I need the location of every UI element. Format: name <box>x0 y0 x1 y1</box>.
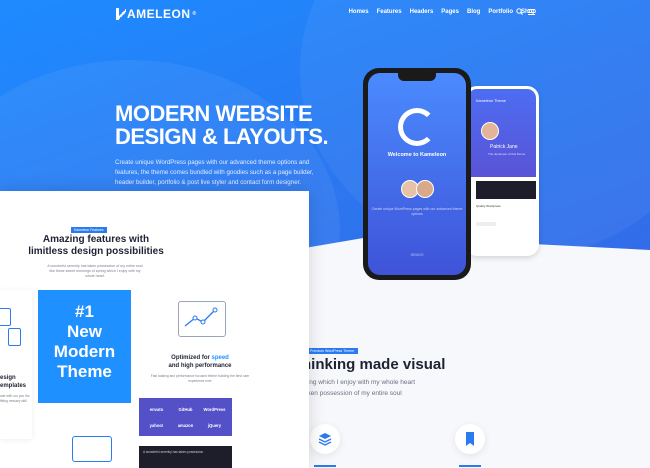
phone-text: Quality Wordpress <box>476 204 501 208</box>
menu-item-blog[interactable]: Blog <box>467 9 480 15</box>
panel-badge: Kameleon Features <box>71 227 107 233</box>
speed-title-text: and high performance <box>168 363 232 369</box>
hero-description: Create unique WordPress pages with our a… <box>115 159 314 186</box>
card-line: Theme <box>57 362 112 381</box>
headline-line-2: DESIGN & LAYOUTS. <box>115 124 329 149</box>
section-text-line: pring which I enjoy with my whole heart <box>302 379 416 386</box>
menu-item-pages[interactable]: Pages <box>441 9 459 15</box>
partner-logos: envato GitHub WordPress yahoo! amazon jQ… <box>139 398 232 436</box>
envato-logo: envato <box>149 406 164 412</box>
phone-badge <box>476 222 496 226</box>
menu-item-portfolio[interactable]: Portfolio <box>488 9 513 15</box>
card-title-line: emplates <box>0 383 27 389</box>
design-templates-card: esign emplates ade with our you the fitt… <box>0 290 32 439</box>
speed-title: Optimized for speed and high performance <box>140 354 260 370</box>
phone-title: Kameleon Theme <box>476 99 506 103</box>
chart-board-icon <box>178 301 226 337</box>
speed-title-text: Optimized for <box>171 355 212 361</box>
section-badge: Premium WordPress Theme <box>306 348 359 354</box>
site-logo[interactable]: AMELEON ® <box>116 7 197 21</box>
profile-subtitle: The developer of this theme <box>488 152 526 156</box>
top-navigation: AMELEON ® Homes Features Headers Pages B… <box>0 0 650 28</box>
phone-button[interactable]: DEMOS <box>368 253 466 257</box>
phone-screen: Welcome to Kameleon Create unique WordPr… <box>368 73 466 275</box>
avatar-group <box>401 180 434 198</box>
basket-icon <box>72 436 112 462</box>
hamburger-menu-icon[interactable] <box>528 9 535 15</box>
bookmark-icon-button[interactable] <box>455 424 485 454</box>
jquery-logo: jQuery <box>207 422 222 428</box>
chameleon-logo-icon <box>398 108 436 146</box>
yahoo-logo: yahoo! <box>149 422 164 428</box>
phone-mockup-back: Kameleon Theme Patrick Jane The develope… <box>465 86 539 256</box>
logo-trademark: ® <box>192 11 197 17</box>
phone-mockup-front: Welcome to Kameleon Create unique WordPr… <box>363 68 471 280</box>
card-text: ade with our you the fitting nessary ski… <box>0 394 30 403</box>
avatar <box>481 122 499 140</box>
menu-item-headers[interactable]: Headers <box>410 9 434 15</box>
card-line: Modern <box>53 342 116 361</box>
layers-icon <box>318 433 332 446</box>
accent-line <box>314 465 336 467</box>
panel-subtitle: A wonderful serenity has taken possessio… <box>47 264 143 278</box>
main-menu: Homes Features Headers Pages Blog Portfo… <box>349 9 536 15</box>
nav-icons <box>516 8 535 17</box>
avatar <box>416 180 434 198</box>
layers-icon-button[interactable] <box>310 424 340 454</box>
phone-small-text: Create unique WordPress pages with our a… <box>371 207 463 216</box>
wordpress-logo: WordPress <box>203 406 226 412</box>
profile-name: Patrick Jane <box>490 144 518 150</box>
card-title: esign emplates <box>0 374 26 390</box>
section-text-line: taken possession of my entire soul <box>302 390 402 397</box>
amazon-logo: amazon <box>177 422 194 428</box>
card-line: #1 <box>75 302 94 321</box>
section-text: pring which I enjoy with my whole heart … <box>302 377 415 399</box>
new-modern-theme-card: #1 New Modern Theme <box>38 290 131 403</box>
hero-headline: MODERN WEBSITE DESIGN & LAYOUTS. <box>115 101 329 149</box>
features-preview-panel: Kameleon Features Amazing features with … <box>0 191 309 468</box>
logo-icon <box>116 8 126 20</box>
accent-line <box>459 465 481 467</box>
phone-dark-block <box>476 181 536 199</box>
dark-card: A wonderful serenity has taken possessio… <box>139 446 232 468</box>
bookmark-icon <box>466 432 474 446</box>
search-icon[interactable] <box>516 8 523 17</box>
panel-title-line: Amazing features with <box>42 234 150 245</box>
tablet-icon <box>8 328 21 346</box>
card-line: New <box>67 322 102 341</box>
section-title: hinking made visual <box>302 356 446 373</box>
menu-item-homes[interactable]: Homes <box>349 9 369 15</box>
speed-text: Fast loading and performance focused the… <box>150 374 250 383</box>
panel-title: Amazing features with limitless design p… <box>16 234 176 258</box>
logo-text: AMELEON <box>127 7 191 21</box>
card-title-line: esign <box>0 375 16 381</box>
menu-item-features[interactable]: Features <box>377 9 402 15</box>
panel-title-line: limitless design possibilities <box>28 246 164 257</box>
phone-notch <box>398 73 436 81</box>
speed-title-highlight: speed <box>211 355 229 361</box>
welcome-text: Welcome to Kameleon <box>387 152 447 158</box>
phone-screen: Kameleon Theme Patrick Jane The develope… <box>468 89 536 253</box>
headline-line-1: MODERN WEBSITE <box>115 101 313 126</box>
github-logo: GitHub <box>178 406 193 412</box>
tablet-icon <box>0 308 11 326</box>
